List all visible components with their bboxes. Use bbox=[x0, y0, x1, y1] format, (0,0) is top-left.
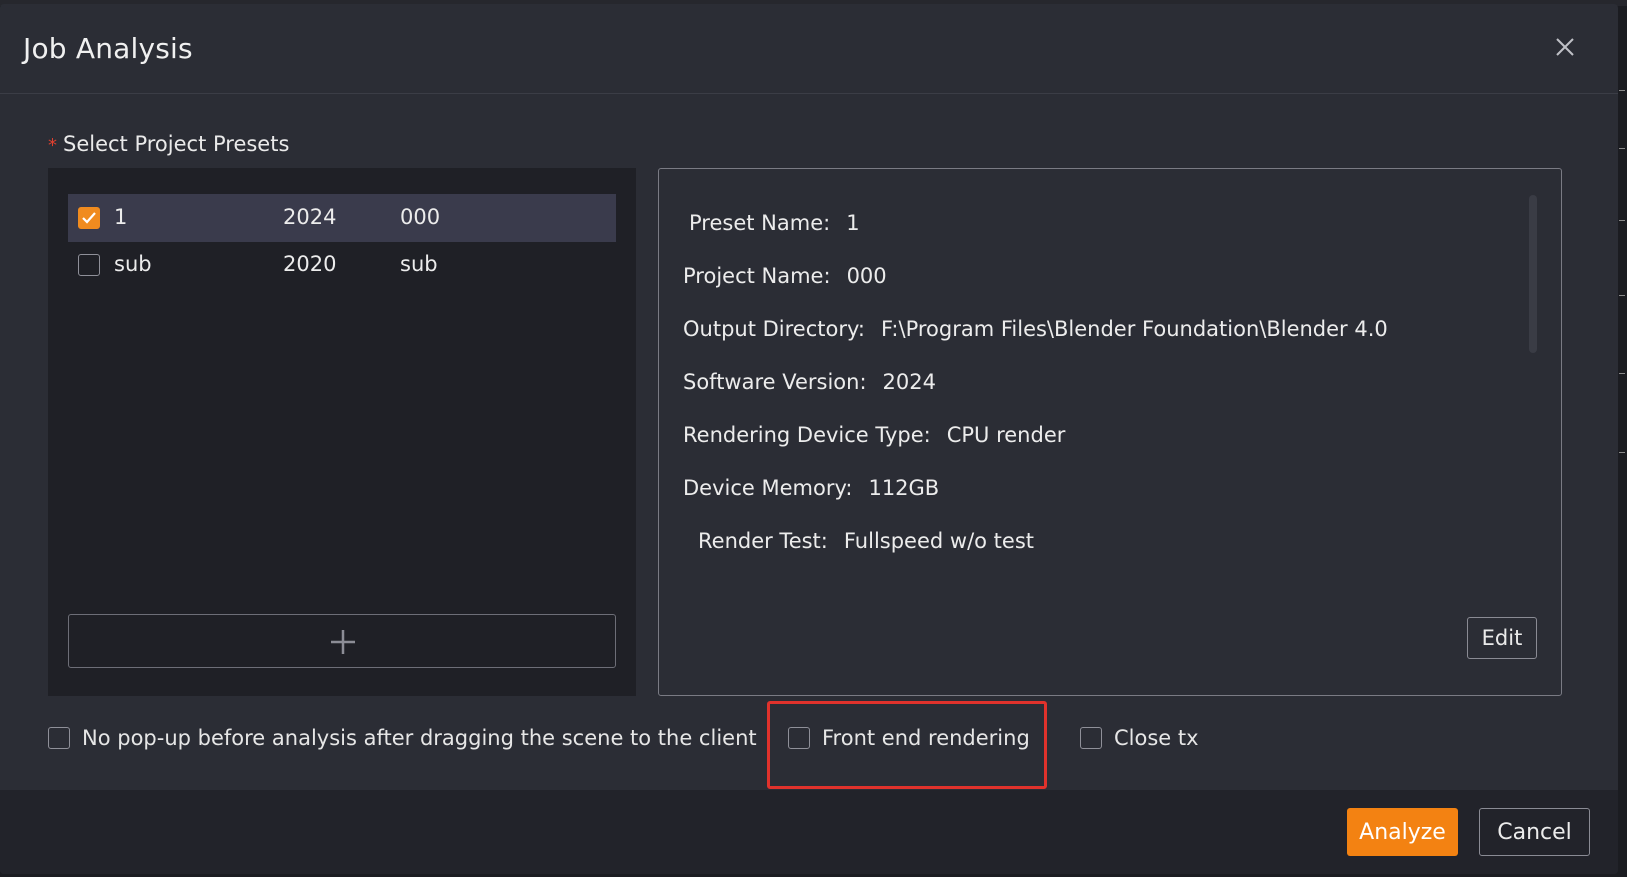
detail-preset-name: Preset Name: 1 bbox=[689, 211, 860, 235]
close-button[interactable] bbox=[1550, 32, 1580, 62]
detail-value: 112GB bbox=[868, 476, 940, 500]
detail-label: Rendering Device Type: bbox=[683, 423, 931, 447]
analyze-button[interactable]: Analyze bbox=[1347, 808, 1458, 856]
detail-value: 1 bbox=[846, 211, 860, 235]
detail-device-type: Rendering Device Type: CPU render bbox=[683, 423, 1065, 447]
required-marker: * bbox=[48, 135, 57, 156]
front-end-rendering-checkbox[interactable] bbox=[788, 727, 810, 749]
background-tick bbox=[1619, 148, 1625, 149]
preset-row-sub[interactable]: sub 2020 sub bbox=[68, 241, 616, 289]
detail-value: 000 bbox=[846, 264, 887, 288]
background-tick bbox=[1619, 373, 1625, 374]
select-presets-text: Select Project Presets bbox=[63, 132, 290, 156]
detail-output-directory: Output Directory: F:\Program Files\Blende… bbox=[683, 317, 1388, 341]
detail-value: 2024 bbox=[882, 370, 936, 394]
detail-label: Device Memory: bbox=[683, 476, 853, 500]
preset-checkbox-checked[interactable] bbox=[78, 207, 100, 229]
preset-checkbox[interactable] bbox=[78, 254, 100, 276]
background-tick bbox=[1619, 220, 1625, 221]
preset-version-cell: 2024 bbox=[283, 205, 337, 229]
dialog-footer: Analyze Cancel bbox=[0, 790, 1618, 874]
preset-name-cell: sub bbox=[114, 252, 152, 276]
front-end-rendering-label: Front end rendering bbox=[822, 726, 1030, 750]
plus-icon bbox=[331, 630, 355, 654]
job-analysis-dialog: Job Analysis * Select Project Presets 1 2… bbox=[0, 4, 1618, 874]
dialog-header: Job Analysis bbox=[0, 4, 1618, 94]
detail-software-version: Software Version: 2024 bbox=[683, 370, 936, 394]
detail-value: CPU render bbox=[946, 423, 1066, 447]
front-end-rendering-option[interactable]: Front end rendering bbox=[788, 726, 1030, 750]
check-icon bbox=[82, 212, 96, 224]
close-icon bbox=[1556, 38, 1574, 56]
detail-project-name: Project Name: 000 bbox=[683, 264, 887, 288]
preset-list: 1 2024 000 sub 2020 sub bbox=[48, 168, 636, 696]
detail-label: Project Name: bbox=[683, 264, 831, 288]
detail-label: Preset Name: bbox=[689, 211, 831, 235]
detail-label: Output Directory: bbox=[683, 317, 865, 341]
no-popup-label: No pop-up before analysis after dragging… bbox=[82, 726, 757, 750]
close-tx-checkbox[interactable] bbox=[1080, 727, 1102, 749]
no-popup-option[interactable]: No pop-up before analysis after dragging… bbox=[48, 726, 757, 750]
background-tick bbox=[1619, 452, 1625, 453]
select-presets-label: * Select Project Presets bbox=[48, 132, 289, 156]
close-tx-option[interactable]: Close tx bbox=[1080, 726, 1199, 750]
preset-project-cell: sub bbox=[400, 252, 438, 276]
preset-details-panel: Preset Name: 1 Project Name: 000 Output Di… bbox=[658, 168, 1562, 696]
close-tx-label: Close tx bbox=[1114, 726, 1199, 750]
detail-label: Render Test: bbox=[698, 529, 828, 553]
details-scrollbar[interactable] bbox=[1529, 195, 1537, 353]
detail-label: Software Version: bbox=[683, 370, 867, 394]
detail-value: F:\Program Files\Blender Foundation\Blen… bbox=[880, 317, 1388, 341]
preset-row-1[interactable]: 1 2024 000 bbox=[68, 194, 616, 242]
background-tick bbox=[1619, 90, 1625, 91]
detail-device-memory: Device Memory: 112GB bbox=[683, 476, 939, 500]
edit-button[interactable]: Edit bbox=[1467, 617, 1537, 659]
background-tick bbox=[1619, 295, 1625, 296]
dialog-title: Job Analysis bbox=[23, 32, 193, 65]
detail-render-test: Render Test: Fullspeed w/o test bbox=[698, 529, 1034, 553]
no-popup-checkbox[interactable] bbox=[48, 727, 70, 749]
add-preset-button[interactable] bbox=[68, 614, 616, 668]
preset-name-cell: 1 bbox=[114, 205, 128, 229]
preset-version-cell: 2020 bbox=[283, 252, 337, 276]
cancel-button[interactable]: Cancel bbox=[1479, 808, 1590, 856]
preset-project-cell: 000 bbox=[400, 205, 441, 229]
detail-value: Fullspeed w/o test bbox=[843, 529, 1035, 553]
